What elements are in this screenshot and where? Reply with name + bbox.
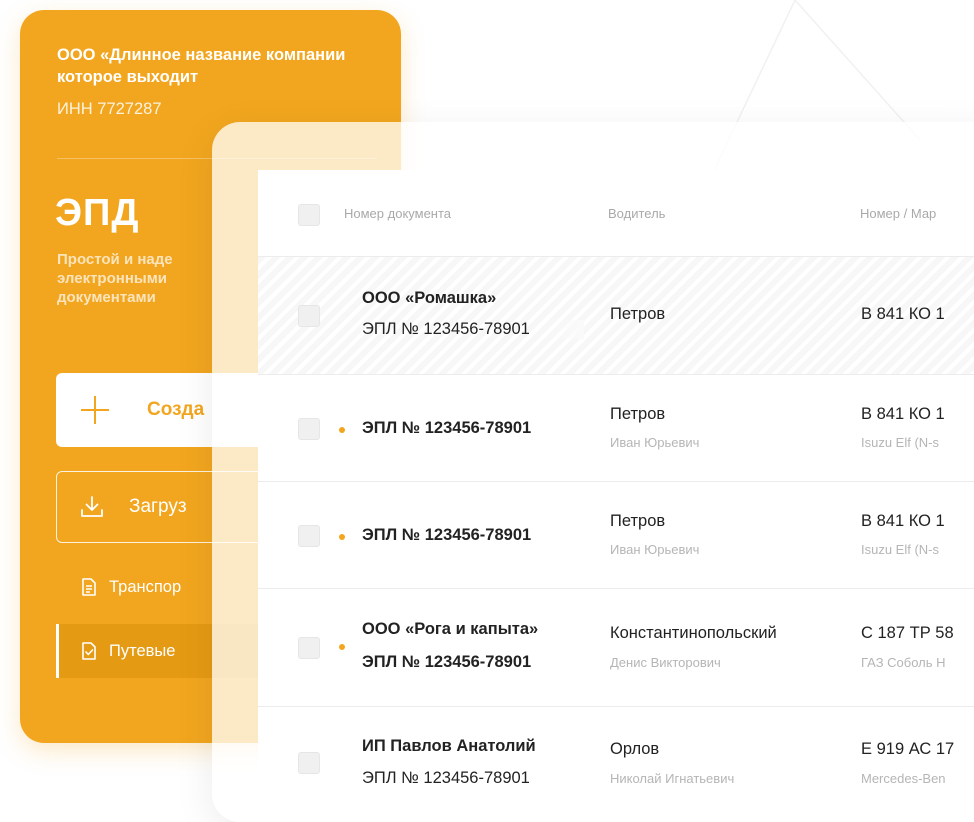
upload-button-label: Загруз xyxy=(129,496,187,517)
row-driver-lastname: Петров xyxy=(610,305,666,323)
row-checkbox[interactable] xyxy=(298,637,320,659)
column-header-vehicle: Номер / Мар xyxy=(860,206,937,221)
row-driver-firstname: Иван Юрьевич xyxy=(610,435,700,450)
row-vehicle-model: Isuzu Elf (N-s xyxy=(861,435,940,450)
row-vehicle-plate: С 187 ТР 58 xyxy=(861,624,954,642)
row-document-number: ЭПЛ № 123456-78901 xyxy=(362,419,584,438)
row-vehicle-plate: Е 919 АС 17 xyxy=(861,740,955,758)
table-row[interactable]: ЭПЛ № 123456-78901 Петров Иван Юрьевич В… xyxy=(258,482,974,589)
table-row[interactable]: ООО «Ромашка» ЭПЛ № 123456-78901 Петров … xyxy=(258,257,974,375)
status-dot xyxy=(339,644,345,650)
product-title: ЭПД xyxy=(55,192,140,234)
row-vehicle-plate: В 841 КО 1 xyxy=(861,305,945,323)
row-driver-lastname: Петров xyxy=(610,405,666,423)
company-inn: ИНН 7727287 xyxy=(57,100,162,118)
status-dot xyxy=(339,534,345,540)
status-dot xyxy=(339,427,345,433)
sidebar-item-label: Транспор xyxy=(109,577,182,596)
table-row[interactable]: ЭПЛ № 123456-78901 Петров Иван Юрьевич В… xyxy=(258,375,974,482)
row-driver-lastname: Орлов xyxy=(610,740,660,758)
table-row[interactable]: ООО «Рога и капыта» ЭПЛ № 123456-78901 К… xyxy=(258,589,974,707)
create-button-label: Созда xyxy=(147,399,205,420)
row-vehicle-model: Isuzu Elf (N-s xyxy=(861,542,940,557)
row-document-number: ЭПЛ № 123456-78901 xyxy=(362,320,584,339)
plus-icon xyxy=(81,396,109,424)
row-driver-lastname: Петров xyxy=(610,512,666,530)
row-vehicle-plate: В 841 КО 1 xyxy=(861,405,945,423)
row-checkbox[interactable] xyxy=(298,305,320,327)
row-vehicle-model: Mercedes-Ben xyxy=(861,771,946,786)
row-checkbox[interactable] xyxy=(298,752,320,774)
company-name: ООО «Длинное название компании которое в… xyxy=(57,46,346,86)
row-checkbox[interactable] xyxy=(298,418,320,440)
sidebar-item-label: Путевые xyxy=(109,641,176,660)
row-organization: ООО «Рога и капыта» xyxy=(362,620,539,638)
select-all-checkbox[interactable] xyxy=(298,204,320,226)
column-header-driver: Водитель xyxy=(608,206,666,221)
document-check-icon xyxy=(82,642,96,660)
row-driver-firstname: Денис Викторович xyxy=(610,655,721,670)
row-document-number: ЭПЛ № 123456-78901 xyxy=(362,769,584,788)
product-description: Простой и наде электронными документами xyxy=(57,251,173,306)
table-row[interactable]: ИП Павлов Анатолий ЭПЛ № 123456-78901 Ор… xyxy=(258,707,974,793)
download-icon xyxy=(81,496,103,517)
row-vehicle-model: ГАЗ Соболь Н xyxy=(861,655,946,670)
row-document-number: ЭПЛ № 123456-78901 xyxy=(362,526,584,545)
document-icon xyxy=(82,578,96,596)
row-organization: ИП Павлов Анатолий xyxy=(362,737,584,756)
row-vehicle-plate: В 841 КО 1 xyxy=(861,512,945,530)
row-document-number: ЭПЛ № 123456-78901 xyxy=(362,653,584,672)
row-organization: ООО «Ромашка» xyxy=(362,289,497,307)
row-driver-lastname: Константинопольский xyxy=(610,624,777,642)
row-driver-firstname: Иван Юрьевич xyxy=(610,542,700,557)
documents-table: Номер документа Водитель Номер / Мар ООО… xyxy=(258,170,974,793)
table-header: Номер документа Водитель Номер / Мар xyxy=(258,170,974,257)
row-checkbox[interactable] xyxy=(298,525,320,547)
column-header-document: Номер документа xyxy=(344,206,452,221)
row-driver-firstname: Николай Игнатьевич xyxy=(610,771,735,786)
